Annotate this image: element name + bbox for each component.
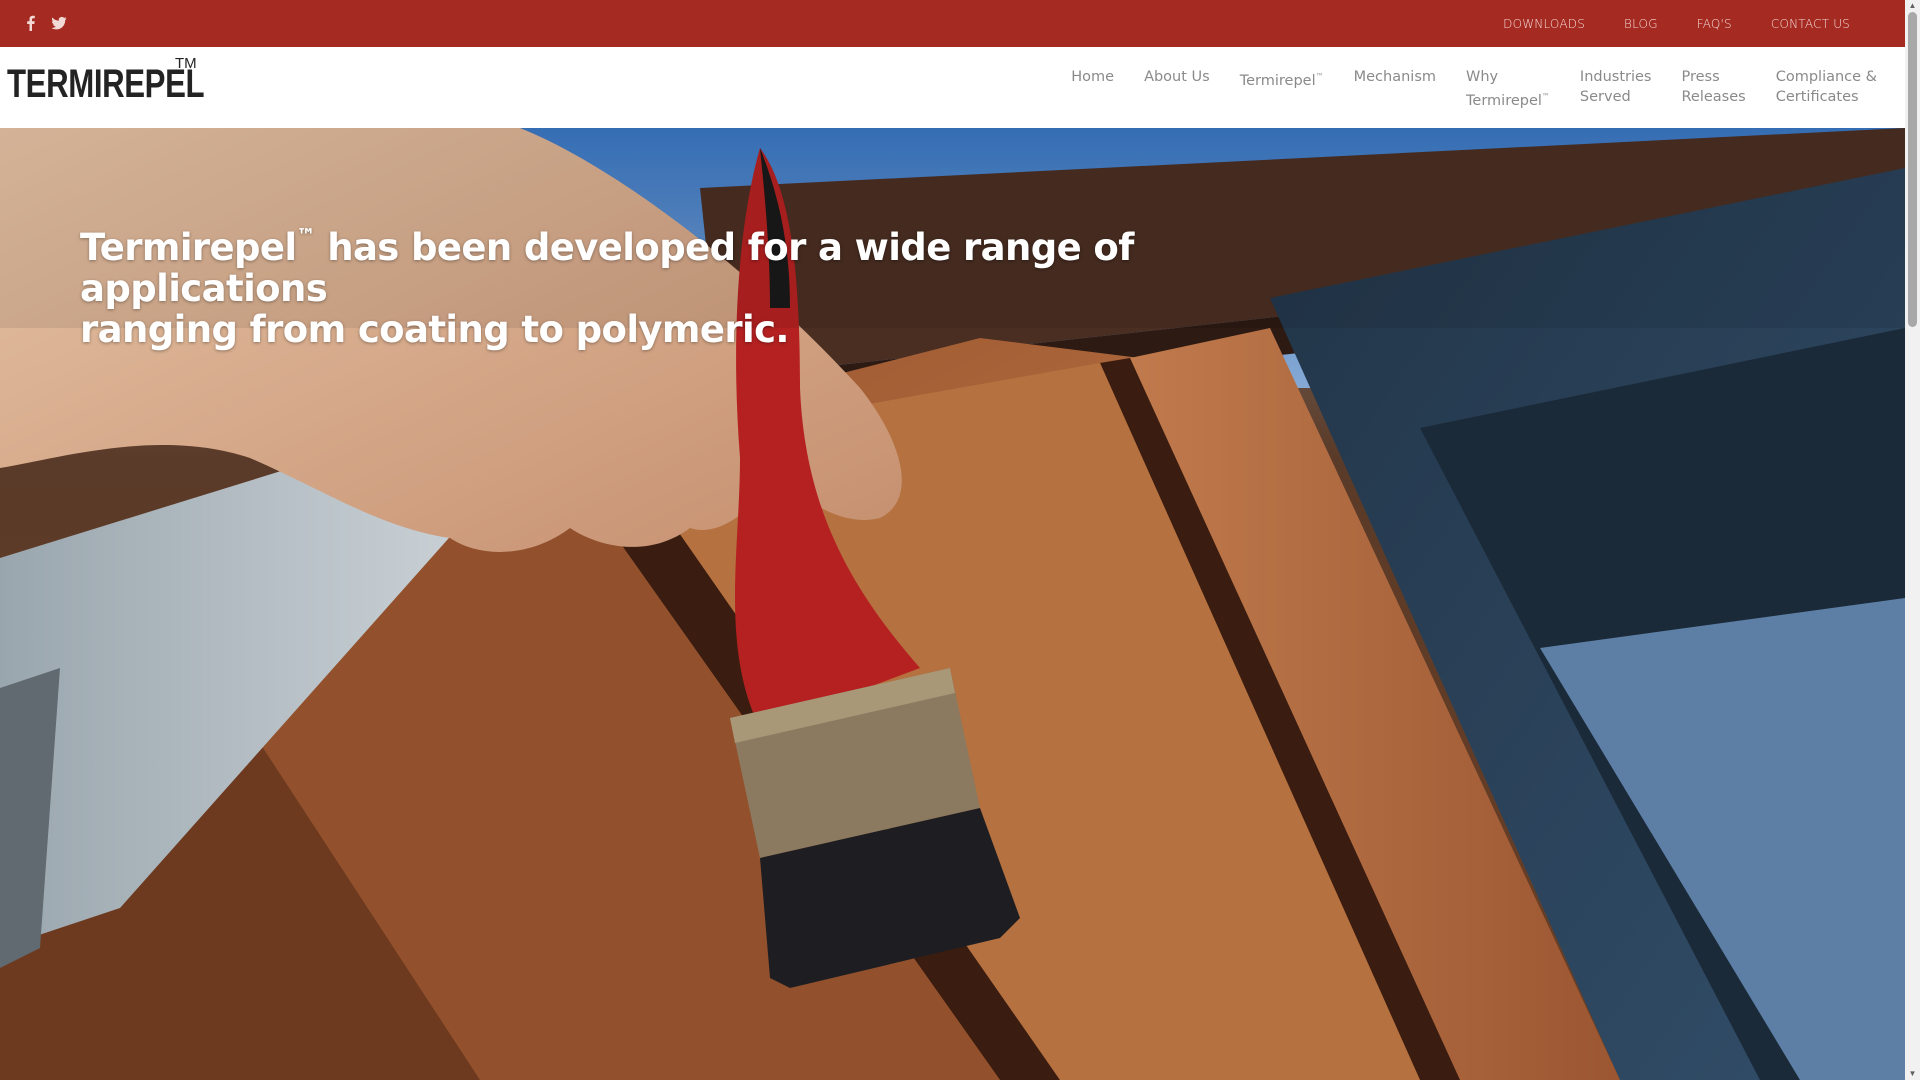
nav-press-line2: Releases <box>1681 89 1746 105</box>
top-utility-bar: DOWNLOADS BLOG FAQ'S CONTACT US <box>0 0 1905 47</box>
hero-heading: Termirepel™ has been developed for a wid… <box>80 216 1380 350</box>
scroll-thumb[interactable] <box>1908 12 1917 327</box>
nav-termirepel[interactable]: Termirepel™ <box>1240 67 1324 91</box>
nav-why-termirepel[interactable]: Why Termirepel™ <box>1466 67 1550 111</box>
social-links <box>22 14 68 32</box>
nav-mechanism[interactable]: Mechanism <box>1354 67 1436 87</box>
nav-why-line1: Why <box>1466 69 1499 85</box>
nav-industries-served[interactable]: Industries Served <box>1580 67 1652 107</box>
nav-about-label: About Us <box>1144 69 1210 85</box>
nav-why-tm: ™ <box>1541 92 1550 101</box>
facebook-icon[interactable] <box>22 14 40 32</box>
hero-heading-line2: ranging from coating to polymeric. <box>80 308 789 351</box>
utility-links: DOWNLOADS BLOG FAQ'S CONTACT US <box>1464 0 1850 47</box>
page-scrollbar[interactable]: ▲ ▼ <box>1905 0 1920 1080</box>
downloads-link[interactable]: DOWNLOADS <box>1503 17 1585 31</box>
nav-compliance-line1: Compliance & <box>1775 69 1877 85</box>
main-nav: Home About Us Termirepel™ Mechanism Why … <box>1041 67 1877 111</box>
contact-us-link[interactable]: CONTACT US <box>1771 17 1850 31</box>
nav-mechanism-label: Mechanism <box>1353 69 1437 85</box>
main-header: TERMIREPEL TM Home About Us Termirepel™ … <box>0 47 1905 128</box>
nav-why-line2: Termirepel <box>1466 93 1542 109</box>
logo-wordmark: TERMIREPEL <box>7 62 205 106</box>
nav-press-line1: Press <box>1681 69 1720 85</box>
site-logo[interactable]: TERMIREPEL TM <box>7 53 205 106</box>
nav-about-us[interactable]: About Us <box>1144 67 1210 87</box>
nav-compliance-line2: Certificates <box>1775 89 1859 105</box>
nav-compliance-certificates[interactable]: Compliance & Certificates <box>1776 67 1877 107</box>
faqs-link[interactable]: FAQ'S <box>1697 17 1732 31</box>
nav-home-label: Home <box>1071 69 1115 85</box>
nav-press-releases[interactable]: Press Releases <box>1682 67 1746 107</box>
nav-termirepel-label: Termirepel <box>1239 73 1316 89</box>
hero-heading-part1: Termirepel <box>80 226 297 269</box>
blog-link[interactable]: BLOG <box>1624 17 1658 31</box>
hero-banner: Termirepel™ has been developed for a wid… <box>0 128 1905 1080</box>
scroll-down-icon[interactable]: ▼ <box>1908 1069 1917 1078</box>
nav-industries-line2: Served <box>1579 89 1631 105</box>
twitter-icon[interactable] <box>50 14 68 32</box>
hero-heading-tm: ™ <box>296 225 316 247</box>
nav-termirepel-tm: ™ <box>1315 72 1324 81</box>
nav-home[interactable]: Home <box>1071 67 1114 87</box>
scroll-up-icon[interactable]: ▲ <box>1908 1 1917 10</box>
nav-industries-line1: Industries <box>1579 69 1652 85</box>
